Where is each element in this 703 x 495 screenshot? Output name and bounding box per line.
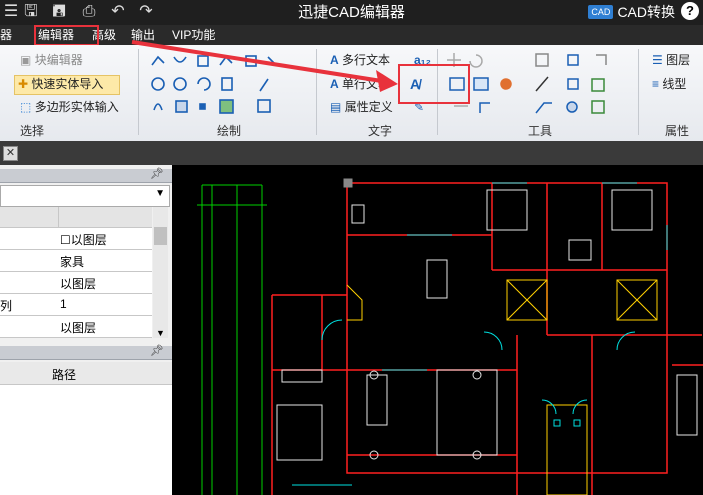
document-tab-strip bbox=[0, 141, 703, 165]
props-group-label: 属性 bbox=[665, 124, 690, 138]
attr-def-icon: ▤ bbox=[330, 100, 342, 114]
editor-menu-highlight bbox=[34, 25, 99, 46]
select-group-label: 选择 bbox=[20, 124, 45, 138]
property-row[interactable]: 以图层 bbox=[0, 272, 152, 294]
attr-def-label: 属性定义 bbox=[344, 100, 393, 114]
multiline-text-button[interactable]: A 多行文本 bbox=[330, 52, 390, 68]
floor-plan-drawing bbox=[197, 178, 703, 495]
draw-group-label: 绘制 bbox=[217, 124, 242, 138]
single-text-button[interactable]: A 单行文本 bbox=[330, 76, 390, 92]
property-row[interactable]: 以图层 bbox=[0, 316, 152, 338]
cad-convert-label: CAD转换 bbox=[617, 4, 675, 20]
multiline-text-label: 多行文本 bbox=[342, 53, 391, 67]
checkbox-icon[interactable]: ☐ bbox=[60, 233, 71, 247]
menu-item-vip[interactable]: VIP功能 bbox=[172, 25, 215, 45]
block-editor-icon: ▣ bbox=[20, 53, 32, 67]
property-row[interactable]: 列 1 bbox=[0, 294, 152, 316]
property-value: ☐以图层 bbox=[60, 233, 107, 247]
ribbon: ▣ 块编辑器 ✚ 快速实体导入 ⬚ 多边形实体输入 选择 绘制 A 多行文本 A… bbox=[0, 45, 703, 142]
separator bbox=[316, 49, 317, 135]
menu-item-fragment[interactable]: 器 bbox=[0, 25, 12, 45]
polygon-input-icon: ⬚ bbox=[20, 100, 32, 114]
scrollbar[interactable]: ▼ bbox=[153, 207, 168, 338]
linetype-icon: ≡ bbox=[652, 77, 660, 91]
property-row-empty bbox=[0, 207, 152, 228]
cad-convert-button[interactable]: CAD CAD转换 bbox=[588, 2, 675, 22]
title-bar: ☰ 🖫 🖪 ⎙ ↶ ↷ 迅捷CAD编辑器 CAD CAD转换 ? bbox=[0, 0, 703, 25]
block-editor-button[interactable]: ▣ 块编辑器 bbox=[20, 52, 83, 68]
properties-panel: 📌︎ ▼ ☐以图层 家具 以图层 列 1 以图层 ▼ 📌︎ 路径 bbox=[0, 165, 172, 495]
text-style-highlight bbox=[398, 64, 470, 104]
single-text-icon: A bbox=[330, 77, 339, 91]
draw-tools-icons[interactable] bbox=[150, 53, 310, 115]
scrollbar-thumb[interactable] bbox=[154, 227, 167, 245]
property-row[interactable]: 家具 bbox=[0, 250, 152, 272]
property-value: 以图层 bbox=[60, 277, 97, 291]
single-text-label: 单行文本 bbox=[342, 77, 391, 91]
path-header-label: 路径 bbox=[52, 368, 77, 382]
linetype-button[interactable]: ≡ 线型 bbox=[652, 76, 686, 92]
linetype-label: 线型 bbox=[662, 77, 687, 91]
close-icon[interactable]: ✕ bbox=[3, 146, 18, 161]
layer-label: 图层 bbox=[666, 53, 691, 67]
path-list bbox=[0, 385, 172, 495]
property-row[interactable]: ☐以图层 bbox=[0, 228, 152, 250]
path-panel-header: 📌︎ bbox=[0, 344, 172, 360]
properties-panel-header: 📌︎ bbox=[0, 167, 172, 183]
separator bbox=[138, 49, 139, 135]
menu-bar: 器 编辑器 高级 输出 VIP功能 bbox=[0, 25, 703, 45]
text-group-label: 文字 bbox=[368, 124, 393, 138]
pin-icon[interactable]: 📌︎ bbox=[150, 344, 164, 357]
quick-import-label: 快速实体导入 bbox=[31, 77, 104, 91]
multiline-text-icon: A bbox=[330, 53, 339, 67]
polygon-input-label: 多边形实体输入 bbox=[34, 100, 119, 114]
menu-item-output[interactable]: 输出 bbox=[131, 25, 155, 45]
scroll-down-icon[interactable]: ▼ bbox=[156, 328, 165, 338]
quick-import-button[interactable]: ✚ 快速实体导入 bbox=[18, 76, 103, 92]
quick-import-icon: ✚ bbox=[18, 77, 29, 91]
separator bbox=[638, 49, 639, 135]
help-icon[interactable]: ? bbox=[681, 2, 699, 20]
layer-button[interactable]: ☰ 图层 bbox=[652, 52, 690, 68]
attr-def-button[interactable]: ▤ 属性定义 bbox=[330, 99, 393, 115]
tools-icons[interactable] bbox=[446, 51, 636, 117]
layer-icon: ☰ bbox=[652, 53, 663, 67]
property-value: 以图层 bbox=[60, 321, 97, 335]
cad-badge: CAD bbox=[588, 5, 614, 19]
drawing-canvas[interactable] bbox=[172, 165, 703, 495]
property-value: 家具 bbox=[60, 255, 85, 269]
object-selector[interactable]: ▼ bbox=[0, 185, 170, 207]
pin-icon[interactable]: 📌︎ bbox=[150, 167, 164, 180]
path-column-header[interactable]: 路径 bbox=[0, 362, 172, 385]
property-name-fragment: 列 bbox=[0, 299, 13, 313]
tools-group-label: 工具 bbox=[528, 124, 553, 138]
block-editor-label: 块编辑器 bbox=[34, 53, 83, 67]
chevron-down-icon: ▼ bbox=[155, 188, 165, 199]
polygon-input-button[interactable]: ⬚ 多边形实体输入 bbox=[20, 99, 119, 115]
property-value: 1 bbox=[60, 297, 67, 311]
